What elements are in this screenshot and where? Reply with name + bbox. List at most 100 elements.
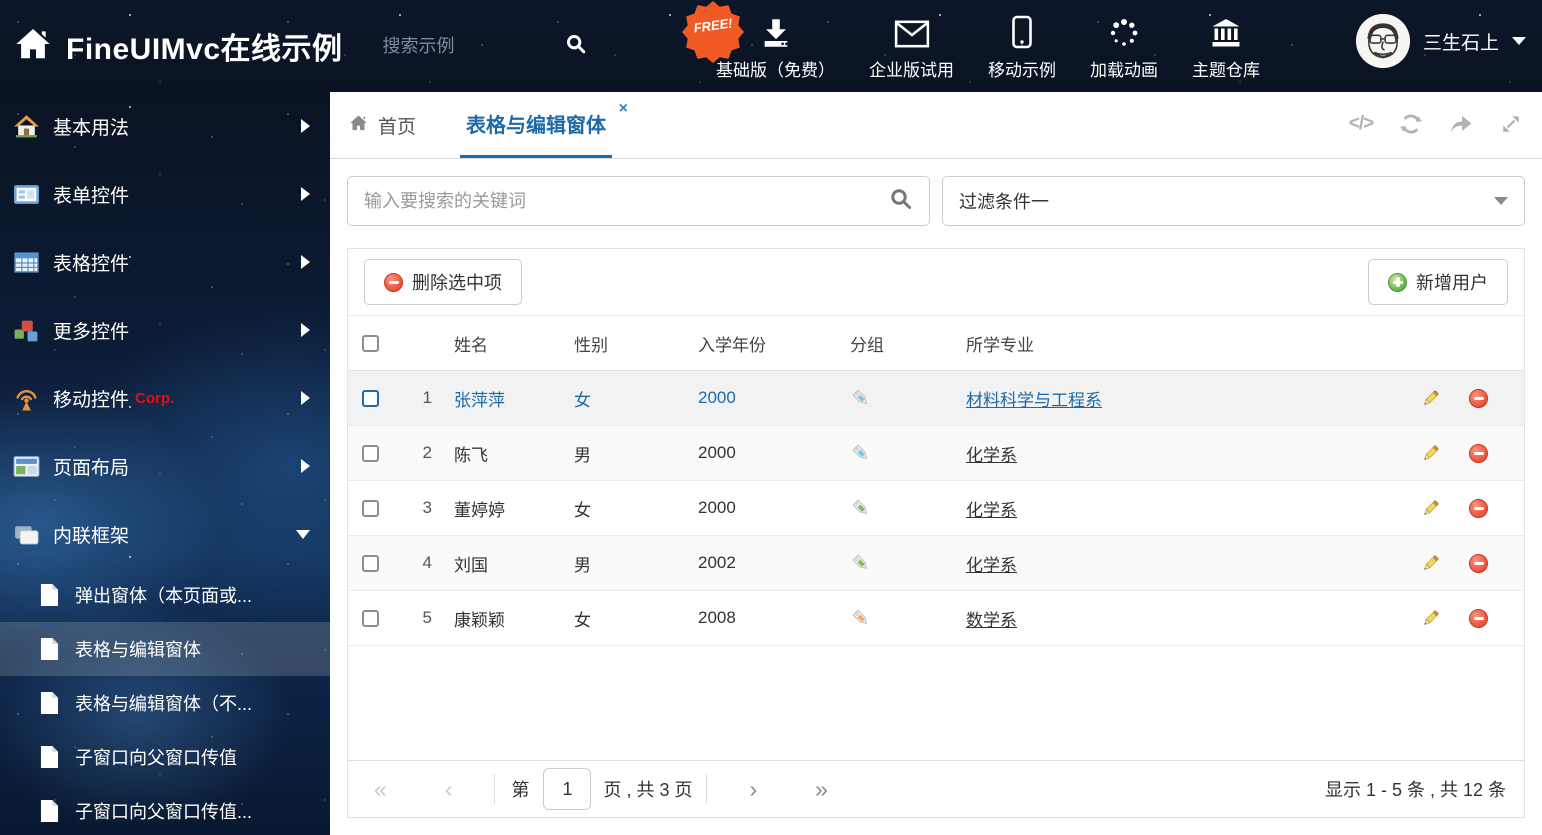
nav-item-loading-animation[interactable]: 加载动画 [1090,13,1158,81]
spinner-icon [1108,13,1140,49]
chevron-down-icon [296,529,310,539]
nav-label: 移动示例 [988,61,1056,80]
sidebar-item-iframe[interactable]: 内联框架 [0,500,330,568]
add-user-button[interactable]: 新增用户 [1368,259,1508,305]
first-page-button[interactable]: « [374,777,387,801]
tag-icon [850,387,872,409]
keyword-search-input[interactable] [364,190,889,212]
bank-icon [1209,13,1243,49]
share-icon[interactable] [1448,111,1474,137]
sidebar-item-basic-usage[interactable]: 基本用法 [0,92,330,160]
sidebar-item-grid-controls[interactable]: 表格控件 [0,228,330,296]
table-row[interactable]: 1 张萍萍 女 2000 材料科学与工程系 [348,371,1524,426]
edit-icon[interactable] [1420,608,1441,629]
major-link[interactable]: 化学系 [966,556,1017,575]
submenu-item-grid-edit-window-2[interactable]: 表格与编辑窗体（不... [0,676,330,730]
edit-icon[interactable] [1420,443,1441,464]
table-row[interactable]: 5 康颖颖 女 2008 数学系 [348,591,1524,646]
tag-icon [850,607,872,629]
page-label-suffix: 页 , 共 3 页 [603,780,693,800]
search-icon[interactable] [889,187,913,216]
chevron-right-icon [301,323,310,337]
nav-item-theme-repo[interactable]: 主题仓库 [1192,13,1260,81]
plus-circle-icon [1388,272,1407,292]
file-icon [40,745,59,769]
column-header-gender[interactable]: 性别 [574,331,698,356]
last-page-button[interactable]: » [815,777,828,801]
file-icon [40,637,59,661]
sidebar-item-more-controls[interactable]: 更多控件 [0,296,330,364]
submenu-item-child-to-parent[interactable]: 子窗口向父窗口传值 [0,730,330,784]
row-checkbox[interactable] [362,444,379,462]
file-icon [40,583,59,607]
cell-year: 2008 [698,608,736,627]
delete-icon[interactable] [1469,498,1488,518]
chevron-right-icon [301,119,310,133]
row-number: 5 [422,608,432,627]
search-icon[interactable] [565,33,587,60]
table-row[interactable]: 4 刘国 男 2002 化学系 [348,536,1524,591]
sidebar-item-mobile-controls[interactable]: 移动控件 Corp. [0,364,330,432]
next-page-button[interactable]: › [749,777,757,801]
delete-selected-button[interactable]: 删除选中项 [364,259,522,305]
delete-icon[interactable] [1469,443,1488,463]
user-menu[interactable]: 三生石上 [1355,14,1526,68]
row-checkbox[interactable] [362,609,379,627]
select-all-checkbox[interactable] [362,334,379,352]
grid-empty-area [348,646,1524,760]
header-search [382,33,587,60]
row-checkbox[interactable] [362,389,379,407]
table-header-row: 姓名 性别 入学年份 分组 所学专业 [348,315,1524,371]
tag-icon [850,497,872,519]
submenu-item-child-to-parent-2[interactable]: 子窗口向父窗口传值... [0,784,330,835]
column-header-group[interactable]: 分组 [846,331,966,356]
edit-icon[interactable] [1420,553,1441,574]
filter-dropdown[interactable]: 过滤条件一 [942,176,1525,226]
header-search-input[interactable] [382,35,551,57]
nav-item-enterprise-trial[interactable]: 企业版试用 [869,13,954,81]
row-checkbox[interactable] [362,554,379,572]
prev-page-button[interactable]: ‹ [445,777,453,801]
tab-home[interactable]: 首页 [348,92,416,158]
cell-gender: 男 [574,445,591,465]
column-header-name[interactable]: 姓名 [454,331,574,356]
edit-icon[interactable] [1420,498,1441,519]
sidebar-item-form-controls[interactable]: 表单控件 [0,160,330,228]
cell-name: 张萍萍 [454,390,505,410]
chevron-right-icon [301,255,310,269]
tab-grid-edit-window[interactable]: 表格与编辑窗体 × [460,92,628,158]
table-row[interactable]: 2 陈飞 男 2000 化学系 [348,426,1524,481]
delete-icon[interactable] [1469,553,1488,573]
table-body: 1 张萍萍 女 2000 材料科学与工程系 2 陈飞 男 2000 化学系 3 … [348,371,1524,646]
top-header: FineUIMvc在线示例 FREE! 基础版（免费） 企业 [0,0,1542,92]
brand[interactable]: FineUIMvc在线示例 [14,24,343,68]
submenu-item-popup-window[interactable]: 弹出窗体（本页面或... [0,568,330,622]
expand-icon[interactable] [1498,111,1524,137]
layout-icon [13,453,40,480]
delete-icon[interactable] [1469,388,1488,408]
major-link[interactable]: 化学系 [966,446,1017,465]
row-checkbox[interactable] [362,499,379,517]
refresh-icon[interactable] [1398,111,1424,137]
tag-icon [850,552,872,574]
column-header-year[interactable]: 入学年份 [698,331,846,356]
major-link[interactable]: 化学系 [966,501,1017,520]
table-row[interactable]: 3 董婷婷 女 2000 化学系 [348,481,1524,536]
pagination-bar: « ‹ 第 页 , 共 3 页 › » 显示 1 - 5 条 , 共 12 条 [348,760,1524,817]
nav-item-mobile-demos[interactable]: 移动示例 [988,13,1056,81]
view-source-icon[interactable]: </> [1348,111,1375,137]
major-link[interactable]: 数学系 [966,611,1017,630]
close-icon[interactable]: × [619,101,628,117]
avatar [1355,14,1410,68]
mobile-icon [1011,13,1033,49]
page-number-input[interactable] [543,768,592,810]
submenu-item-grid-edit-window[interactable]: 表格与编辑窗体 [0,622,330,676]
sidebar-item-page-layout[interactable]: 页面布局 [0,432,330,500]
column-header-major[interactable]: 所学专业 [966,331,1398,356]
cell-name: 董婷婷 [454,500,505,520]
cell-gender: 女 [574,610,591,630]
edit-icon[interactable] [1420,388,1441,409]
delete-icon[interactable] [1469,608,1488,628]
major-link[interactable]: 材料科学与工程系 [966,391,1102,410]
chevron-down-icon [1512,37,1526,45]
